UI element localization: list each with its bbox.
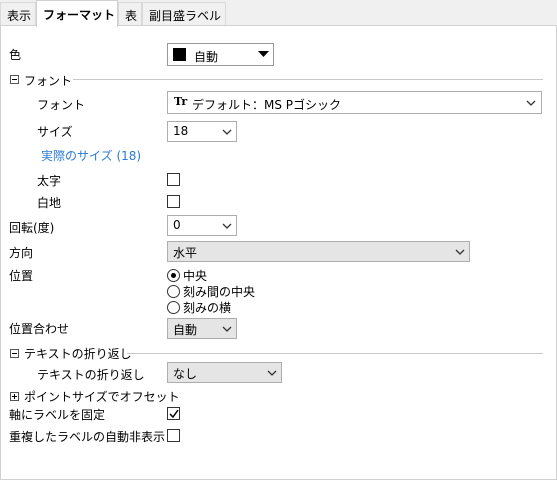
format-panel: 色 自動 フォント フォント Tr デフォルト：MS Pゴシック サイズ 18 …: [0, 25, 557, 480]
position-label: 位置: [9, 269, 34, 283]
font-section-collapse-icon[interactable]: [10, 75, 19, 84]
tab-display-label: 表示: [7, 9, 32, 23]
tab-minor-tick-labels[interactable]: 副目盛ラベル: [142, 2, 226, 26]
rotation-label: 回転(度): [9, 221, 55, 235]
color-label: 色: [9, 48, 22, 62]
color-swatch: [173, 48, 186, 61]
chevron-down-icon: [526, 100, 536, 106]
fix-labels-checkbox[interactable]: [167, 407, 180, 420]
wrap-section-divider: [127, 353, 543, 354]
wrap-dropdown[interactable]: なし: [167, 362, 282, 383]
font-dropdown[interactable]: Tr デフォルト：MS Pゴシック: [167, 91, 542, 114]
font-label: フォント: [37, 98, 86, 112]
position-radio-center[interactable]: [167, 269, 180, 282]
wrap-section-title: テキストの折り返し: [24, 347, 132, 361]
font-value: デフォルト：MS Pゴシック: [192, 98, 342, 112]
direction-value: 水平: [173, 246, 198, 260]
position-option-center: 中央: [183, 269, 208, 283]
auto-hide-label: 重複したラベルの自動非表示: [9, 430, 166, 444]
position-radio-beside-tick[interactable]: [167, 301, 180, 314]
tab-format[interactable]: フォーマット: [36, 0, 118, 27]
position-option-beside-tick: 刻みの横: [183, 301, 232, 315]
wrap-value: なし: [173, 367, 198, 381]
rotation-value: 0: [173, 218, 181, 232]
chevron-down-icon: [267, 370, 277, 376]
alignment-label: 位置合わせ: [9, 322, 70, 336]
rotation-combobox[interactable]: 0: [167, 215, 237, 236]
tab-format-label: フォーマット: [43, 8, 116, 22]
size-label: サイズ: [37, 125, 73, 139]
alignment-value: 自動: [173, 323, 198, 337]
dropdown-arrow-icon: [258, 51, 269, 57]
font-section-title: フォント: [24, 74, 73, 88]
checkmark-icon: [169, 409, 179, 419]
tab-bar: 表示 フォーマット 表 副目盛ラベル: [0, 0, 557, 27]
whiteout-checkbox[interactable]: [167, 195, 180, 208]
auto-hide-checkbox[interactable]: [167, 429, 180, 442]
chevron-down-icon: [455, 249, 465, 255]
tab-display[interactable]: 表示: [0, 2, 36, 26]
truetype-font-icon: Tr: [174, 95, 188, 108]
offset-section-title: ポイントサイズでオフセット: [24, 390, 180, 404]
size-combobox[interactable]: 18: [167, 121, 237, 142]
chevron-down-icon: [222, 326, 232, 332]
chevron-down-icon: [222, 223, 232, 229]
color-value: 自動: [194, 50, 219, 64]
fix-labels-label: 軸にラベルを固定: [9, 408, 106, 422]
color-dropdown[interactable]: 自動: [167, 43, 274, 66]
whiteout-label: 白地: [37, 196, 62, 210]
direction-label: 方向: [9, 246, 34, 260]
bold-label: 太字: [37, 174, 62, 188]
actual-size-link[interactable]: 実際のサイズ (18): [41, 147, 141, 164]
tab-table-label: 表: [125, 9, 138, 23]
position-radio-between-ticks[interactable]: [167, 285, 180, 298]
tab-minor-tick-labels-label: 副目盛ラベル: [149, 9, 222, 23]
bold-checkbox[interactable]: [167, 173, 180, 186]
alignment-dropdown[interactable]: 自動: [167, 318, 237, 339]
font-section-divider: [73, 79, 543, 80]
offset-section-expand-icon[interactable]: [10, 392, 19, 401]
position-option-between-ticks: 刻み間の中央: [183, 285, 256, 299]
size-value: 18: [173, 124, 189, 138]
wrap-label: テキストの折り返し: [37, 368, 145, 382]
chevron-down-icon: [222, 129, 232, 135]
tab-table[interactable]: 表: [118, 2, 142, 26]
direction-dropdown[interactable]: 水平: [167, 241, 470, 262]
wrap-section-collapse-icon[interactable]: [10, 349, 19, 358]
